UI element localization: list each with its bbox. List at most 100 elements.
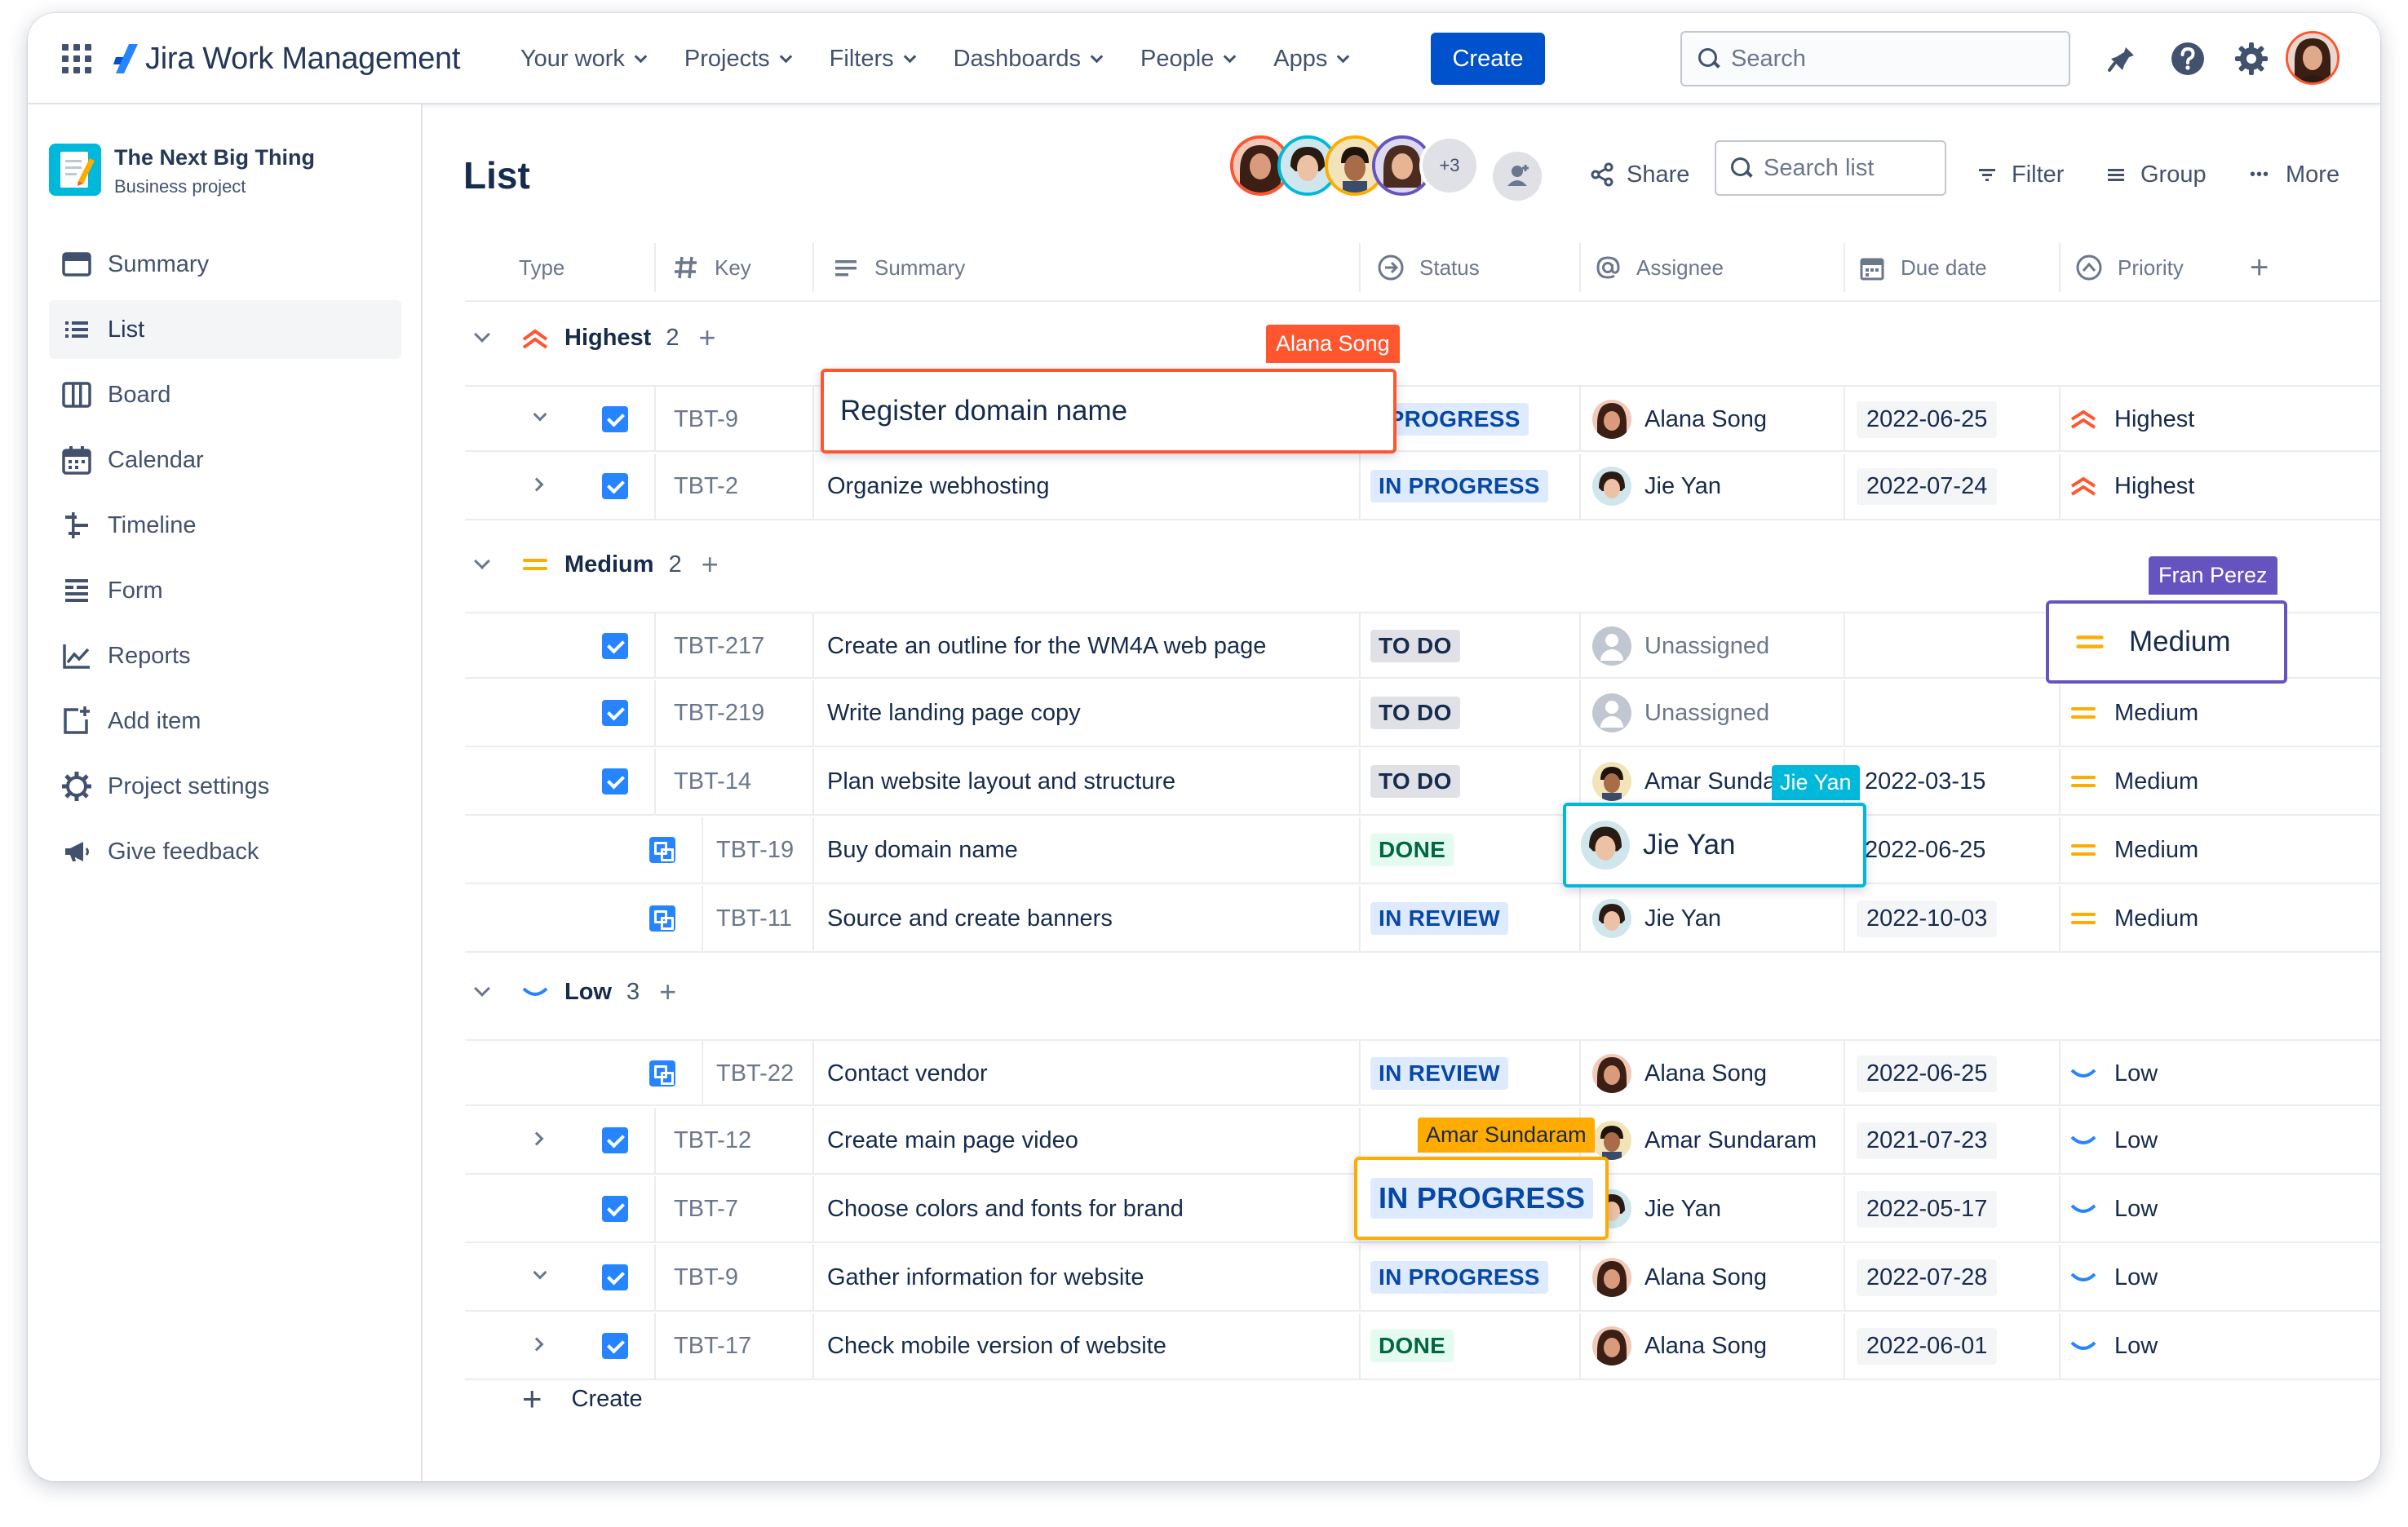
settings-icon[interactable] <box>2233 41 2269 77</box>
due-date-cell[interactable]: 2022-10-03 <box>1857 886 1998 951</box>
key-cell[interactable]: TBT-2 <box>674 454 738 519</box>
key-cell[interactable]: TBT-17 <box>674 1313 751 1379</box>
priority-cell[interactable]: Low <box>2069 1041 2158 1106</box>
priority-cell[interactable]: Medium <box>2069 817 2198 883</box>
app-switcher-icon[interactable] <box>62 44 91 73</box>
profile-avatar[interactable] <box>2286 31 2339 85</box>
sidebar-item-summary[interactable]: Summary <box>49 235 401 294</box>
project-icon[interactable] <box>49 144 101 196</box>
summary-cell[interactable]: Organize webhosting <box>827 454 1049 519</box>
chevron-down-icon[interactable] <box>533 407 547 422</box>
search-list-input[interactable] <box>1764 154 1943 182</box>
sidebar-item-reports[interactable]: Reports <box>49 626 401 685</box>
chevron-right-icon[interactable] <box>529 1337 544 1352</box>
priority-cell[interactable]: Low <box>2069 1313 2158 1379</box>
key-cell[interactable]: TBT-14 <box>674 749 751 814</box>
priority-cell[interactable]: Highest <box>2069 454 2194 519</box>
group-header-medium[interactable]: Medium 2 + <box>465 533 719 595</box>
due-date-cell[interactable]: 2022-06-01 <box>1857 1313 1998 1379</box>
due-date-cell[interactable]: 2021-07-23 <box>1857 1108 1998 1173</box>
priority-cell[interactable]: Low <box>2069 1108 2158 1173</box>
due-date-cell[interactable]: 2022-05-17 <box>1857 1176 1998 1242</box>
assignee-cell[interactable]: Jie Yan <box>1592 1176 1721 1242</box>
group-header-low[interactable]: Low 3 + <box>465 961 676 1023</box>
menu-projects[interactable]: Projects <box>684 46 792 73</box>
column-due-date[interactable]: Due date <box>1858 233 1987 302</box>
table-row[interactable]: TBT-9 Gather information for website IN … <box>465 1245 2380 1312</box>
editing-box-summary[interactable]: Register domain name <box>821 369 1397 454</box>
summary-cell[interactable]: Source and create banners <box>827 886 1113 951</box>
key-cell[interactable]: TBT-22 <box>716 1041 794 1106</box>
summary-cell[interactable]: Check mobile version of website <box>827 1313 1166 1379</box>
summary-cell[interactable]: Write landing page copy <box>827 680 1081 746</box>
sidebar-item-add-item[interactable]: Add item <box>49 692 401 750</box>
table-row[interactable]: TBT-22 Contact vendor IN REVIEW Alana So… <box>465 1039 2380 1106</box>
column-priority[interactable]: Priority <box>2075 233 2184 302</box>
due-date-cell[interactable]: 2022-06-25 <box>1857 387 1998 452</box>
priority-cell[interactable]: Medium <box>2069 680 2198 746</box>
table-row[interactable]: TBT-14 Plan website layout and structure… <box>465 749 2380 816</box>
editing-box-priority[interactable]: Medium <box>2046 600 2287 684</box>
due-date-cell[interactable]: 2022-03-15 <box>1865 749 1985 814</box>
global-search-input[interactable] <box>1731 45 2041 73</box>
column-type[interactable]: Type <box>519 233 564 302</box>
menu-dashboards[interactable]: Dashboards <box>954 46 1104 73</box>
table-row[interactable]: TBT-19 Buy domain name DONE 2022-06-25 M… <box>465 817 2380 884</box>
column-status[interactable]: Status <box>1377 233 1480 302</box>
summary-cell[interactable]: Choose colors and fonts for brand <box>827 1176 1184 1242</box>
chevron-down-icon[interactable] <box>533 1265 547 1280</box>
assignee-cell[interactable]: Alana Song <box>1592 387 1767 452</box>
summary-cell[interactable]: Create an outline for the WM4A web page <box>827 613 1266 679</box>
table-row[interactable]: TBT-17 Check mobile version of website D… <box>465 1313 2380 1380</box>
global-search[interactable] <box>1680 31 2070 86</box>
column-summary[interactable]: Summary <box>832 233 965 302</box>
assignee-cell[interactable]: Alana Song <box>1592 1313 1767 1379</box>
search-list[interactable] <box>1715 140 1946 196</box>
create-button[interactable]: Create <box>1431 33 1545 85</box>
help-icon[interactable] <box>2170 41 2206 77</box>
status-cell[interactable]: IN PROGRESS <box>1370 1245 1548 1310</box>
key-cell[interactable]: TBT-219 <box>674 680 764 746</box>
editing-box-assignee[interactable]: Jie Yan <box>1563 803 1866 887</box>
notification-icon[interactable] <box>2105 41 2140 77</box>
key-cell[interactable]: TBT-11 <box>716 886 792 951</box>
status-cell[interactable]: DONE <box>1370 817 1454 883</box>
sidebar-item-form[interactable]: Form <box>49 561 401 620</box>
collaborator-avatars[interactable]: +3 <box>1230 135 1480 196</box>
add-people-icon[interactable] <box>1493 152 1542 201</box>
share-button[interactable]: Share <box>1591 150 1689 199</box>
assignee-cell[interactable]: Alana Song <box>1592 1041 1767 1106</box>
group-button[interactable]: Group <box>2106 150 2207 199</box>
status-cell[interactable]: IN REVIEW <box>1370 886 1508 951</box>
table-row[interactable]: TBT-2 Organize webhosting IN PROGRESS Ji… <box>465 454 2380 520</box>
status-cell[interactable]: TO DO <box>1370 749 1460 814</box>
more-avatars-count[interactable]: +3 <box>1419 135 1480 196</box>
chevron-down-icon[interactable] <box>474 553 490 569</box>
table-row[interactable]: TBT-219 Write landing page copy TO DO Un… <box>465 680 2380 747</box>
add-column-button[interactable]: + <box>2250 233 2269 302</box>
assignee-cell[interactable]: Unassigned <box>1592 613 1769 679</box>
column-key[interactable]: Key <box>672 233 751 302</box>
sidebar-item-calendar[interactable]: Calendar <box>49 431 401 489</box>
summary-cell[interactable]: Contact vendor <box>827 1041 988 1106</box>
table-row[interactable]: TBT-11 Source and create banners IN REVI… <box>465 886 2380 953</box>
assignee-cell[interactable]: Jie Yan <box>1592 454 1721 519</box>
sidebar-item-board[interactable]: Board <box>49 365 401 424</box>
chevron-right-icon[interactable] <box>529 477 544 492</box>
sidebar-item-list[interactable]: List <box>49 300 401 359</box>
add-to-group-button[interactable]: + <box>702 550 719 579</box>
chevron-down-icon[interactable] <box>474 326 490 343</box>
product-logo[interactable]: Jira Work Management <box>113 36 460 82</box>
summary-cell[interactable]: Gather information for website <box>827 1245 1144 1310</box>
status-cell[interactable]: IN REVIEW <box>1370 1041 1508 1106</box>
priority-cell[interactable]: Medium <box>2069 886 2198 951</box>
key-cell[interactable]: TBT-12 <box>674 1108 751 1173</box>
status-cell[interactable]: DONE <box>1370 1313 1454 1379</box>
priority-cell[interactable]: Low <box>2069 1245 2158 1310</box>
create-issue-button[interactable]: + Create <box>522 1382 643 1416</box>
summary-cell[interactable]: Buy domain name <box>827 817 1018 883</box>
menu-people[interactable]: People <box>1140 46 1237 73</box>
status-cell[interactable]: IN PROGRESS <box>1370 454 1548 519</box>
sidebar-item-timeline[interactable]: Timeline <box>49 496 401 555</box>
more-button[interactable]: ••• More <box>2250 150 2339 199</box>
